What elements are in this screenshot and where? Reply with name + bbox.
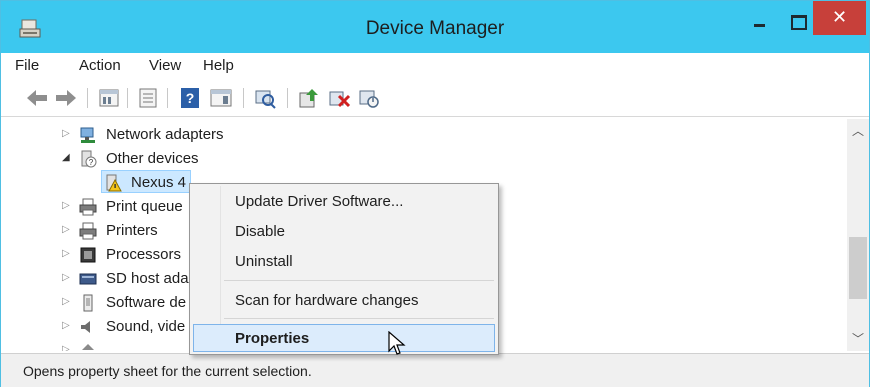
- expand-arrow-icon[interactable]: ▷: [62, 128, 72, 140]
- scan-hardware-icon[interactable]: [253, 87, 277, 109]
- help-icon[interactable]: ?: [179, 87, 201, 109]
- toolbar-separator: [287, 88, 288, 108]
- toolbar: ?: [1, 81, 869, 117]
- close-icon: ✕: [831, 7, 848, 27]
- mouse-cursor-icon: [388, 331, 406, 355]
- update-driver-icon[interactable]: [297, 87, 321, 109]
- minimize-button[interactable]: [742, 9, 776, 35]
- list-view-icon[interactable]: [137, 87, 159, 109]
- expand-arrow-icon[interactable]: ▷: [62, 224, 72, 236]
- tree-item-network-adapters[interactable]: ▷ Network adapters: [21, 123, 421, 147]
- context-menu: Update Driver Software... Disable Uninst…: [189, 183, 499, 355]
- expand-arrow-icon[interactable]: ▷: [62, 272, 72, 284]
- toolbar-separator: [87, 88, 88, 108]
- printer-icon: [79, 198, 97, 216]
- svg-text:?: ?: [186, 90, 195, 106]
- menu-item-update-driver[interactable]: Update Driver Software...: [235, 193, 403, 210]
- toolbar-separator: [127, 88, 128, 108]
- expand-arrow-icon[interactable]: ▷: [62, 296, 72, 308]
- tree-item-label: Sound, vide: [106, 318, 186, 335]
- vertical-scrollbar[interactable]: ︿ ﹀: [847, 119, 869, 351]
- software-device-icon: [83, 294, 93, 312]
- toolbar-separator: [243, 88, 244, 108]
- speaker-icon: [81, 321, 90, 333]
- expand-arrow-icon[interactable]: ▷: [62, 344, 72, 351]
- tree-item-label: Software de: [106, 294, 187, 311]
- tree-item-label: Printers: [106, 222, 158, 239]
- expand-arrow-icon[interactable]: ▷: [62, 248, 72, 260]
- menu-item-properties[interactable]: Properties: [235, 330, 309, 347]
- network-adapter-icon: [80, 127, 95, 143]
- title-bar[interactable]: Device Manager ✕: [1, 1, 869, 53]
- details-view-icon[interactable]: [209, 87, 233, 109]
- status-bar: Opens property sheet for the current sel…: [1, 353, 869, 387]
- unknown-device-icon: ?: [81, 150, 97, 168]
- tree-item-label: Other devices: [106, 150, 199, 167]
- collapse-arrow-icon[interactable]: ◢: [62, 152, 72, 164]
- tree-item-label: Print queue: [106, 198, 183, 215]
- forward-arrow-icon[interactable]: [54, 87, 78, 109]
- menu-view[interactable]: View: [149, 57, 181, 74]
- enable-device-icon[interactable]: [357, 87, 381, 109]
- expand-arrow-icon[interactable]: ▷: [62, 320, 72, 332]
- printer-icon: [79, 222, 97, 240]
- close-button[interactable]: ✕: [813, 1, 866, 35]
- menu-bar: File Action View Help: [1, 53, 869, 79]
- tree-item-other-devices[interactable]: ◢ ? Other devices: [21, 147, 421, 171]
- menu-item-disable[interactable]: Disable: [235, 223, 285, 240]
- scroll-thumb[interactable]: [849, 237, 867, 299]
- menu-separator: [224, 318, 494, 319]
- warning-device-icon: [106, 174, 122, 192]
- tree-item-label: Processors: [106, 246, 182, 263]
- back-arrow-icon[interactable]: [25, 87, 49, 109]
- storage-icon: [82, 344, 94, 350]
- menu-action[interactable]: Action: [79, 57, 121, 74]
- properties-view-icon[interactable]: [98, 87, 120, 109]
- menu-file[interactable]: File: [15, 57, 39, 74]
- scroll-up-icon[interactable]: ︿: [847, 121, 869, 141]
- toolbar-separator: [167, 88, 168, 108]
- svg-text:?: ?: [89, 158, 94, 167]
- expand-arrow-icon[interactable]: ▷: [62, 200, 72, 212]
- scroll-down-icon[interactable]: ﹀: [847, 329, 869, 349]
- tree-item-label: Nexus 4: [131, 174, 187, 191]
- status-text: Opens property sheet for the current sel…: [23, 363, 312, 379]
- menu-separator: [224, 280, 494, 281]
- window-title: Device Manager: [365, 18, 505, 39]
- menu-help[interactable]: Help: [203, 57, 234, 74]
- uninstall-device-icon[interactable]: [327, 87, 351, 109]
- menu-item-scan-hardware[interactable]: Scan for hardware changes: [235, 292, 418, 309]
- sd-host-adapter-icon: [79, 273, 97, 285]
- tree-item-label: Network adapters: [106, 126, 224, 143]
- device-manager-window: Device Manager ✕ File Action View Help ?…: [0, 0, 870, 387]
- maximize-button[interactable]: [782, 9, 812, 35]
- processor-icon: [80, 247, 96, 263]
- tree-item-label: SD host ada: [106, 270, 189, 287]
- menu-item-uninstall[interactable]: Uninstall: [235, 253, 293, 270]
